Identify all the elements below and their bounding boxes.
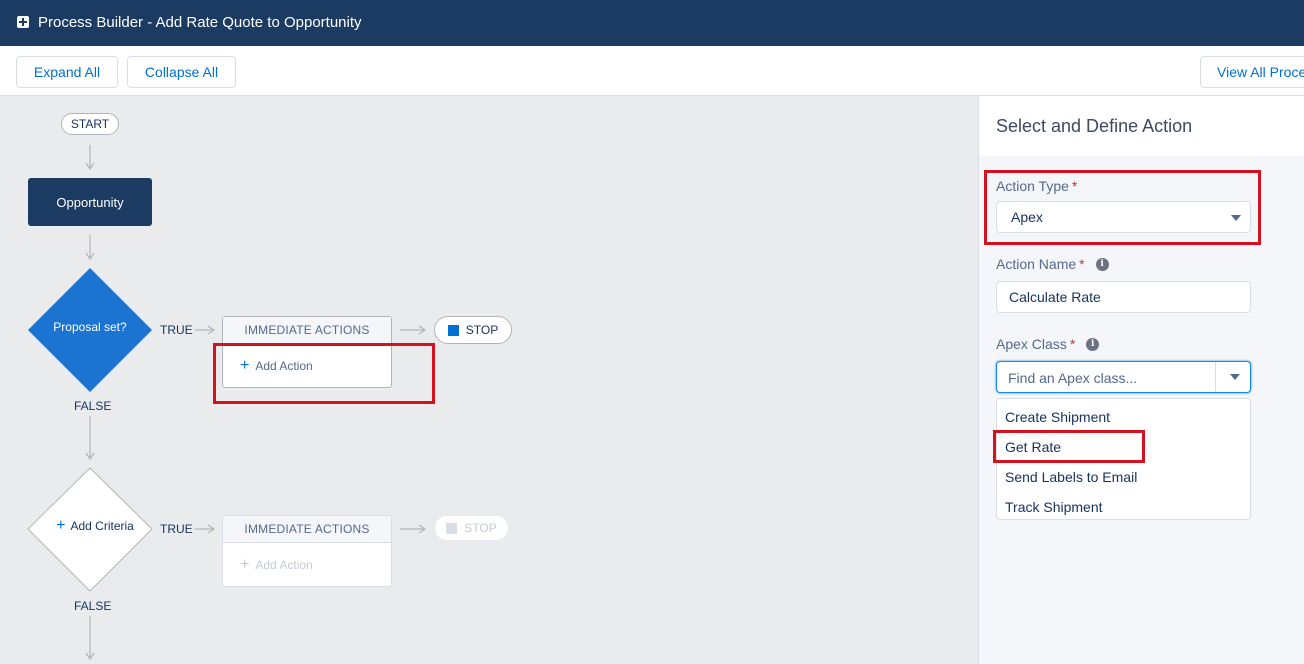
criteria-label[interactable]: Proposal set?: [40, 320, 140, 334]
page-title: Process Builder - Add Rate Quote to Oppo…: [38, 14, 362, 31]
apex-class-combobox[interactable]: [996, 361, 1251, 393]
stop-node: STOP: [434, 515, 509, 541]
dropdown-option[interactable]: Track Shipment: [997, 492, 1250, 522]
info-icon[interactable]: i: [1086, 337, 1100, 351]
add-action-button[interactable]: + Add Action: [223, 543, 391, 587]
combobox-divider: [1215, 362, 1216, 392]
caret-down-icon[interactable]: [1230, 374, 1240, 380]
stop-icon: [446, 522, 458, 534]
plus-icon: +: [240, 556, 250, 573]
action-name-value: Calculate Rate: [1009, 289, 1101, 305]
stop-label: STOP: [464, 521, 497, 535]
action-name-label: Action Name * i: [996, 256, 1109, 272]
highlight-box-action-type: [984, 170, 1261, 245]
immediate-actions-header: IMMEDIATE ACTIONS: [223, 516, 391, 543]
stop-icon: [447, 324, 459, 336]
action-name-label-text: Action Name: [996, 256, 1077, 272]
apex-class-label: Apex Class * i: [996, 336, 1100, 352]
plus-icon: +: [56, 517, 66, 534]
info-icon[interactable]: i: [1095, 257, 1109, 271]
apex-class-search-input[interactable]: [1008, 368, 1208, 388]
highlight-box-get-rate: [993, 430, 1145, 463]
dropdown-option[interactable]: Create Shipment: [997, 402, 1250, 432]
panel-title: Select and Define Action: [996, 116, 1193, 136]
add-criteria-button[interactable]: + Add Criteria: [40, 517, 150, 534]
false-label: FALSE: [74, 599, 112, 613]
object-node[interactable]: Opportunity: [28, 178, 152, 226]
toolbar: Expand All Collapse All View All Proce: [0, 46, 1304, 96]
action-panel: Select and Define Action Action Type * Ap…: [978, 96, 1304, 664]
immediate-actions-box: IMMEDIATE ACTIONS + Add Action: [222, 515, 392, 587]
dropdown-option[interactable]: Send Labels to Email: [997, 462, 1250, 492]
action-name-field[interactable]: Calculate Rate: [996, 281, 1251, 313]
true-label: TRUE: [160, 323, 193, 337]
process-canvas: START Opportunity Proposal set? + Add Cr…: [0, 96, 978, 664]
false-label: FALSE: [74, 399, 112, 413]
panel-header: Select and Define Action: [979, 96, 1304, 156]
add-criteria-label: Add Criteria: [70, 519, 134, 533]
process-builder-icon: [17, 16, 29, 28]
apex-class-label-text: Apex Class: [996, 336, 1067, 352]
collapse-all-button[interactable]: Collapse All: [127, 56, 236, 88]
expand-all-button[interactable]: Expand All: [16, 56, 118, 88]
app-header: Process Builder - Add Rate Quote to Oppo…: [0, 0, 1304, 46]
add-action-label: Add Action: [255, 558, 313, 572]
start-node: START: [61, 113, 119, 135]
required-marker: *: [1079, 256, 1085, 272]
view-all-processes-button[interactable]: View All Proce: [1200, 56, 1304, 88]
highlight-box-add-action: [213, 343, 435, 404]
required-marker: *: [1069, 336, 1076, 352]
stop-node[interactable]: STOP: [434, 316, 512, 344]
stop-label: STOP: [465, 323, 499, 337]
immediate-actions-header: IMMEDIATE ACTIONS: [223, 317, 391, 344]
true-label: TRUE: [160, 522, 193, 536]
